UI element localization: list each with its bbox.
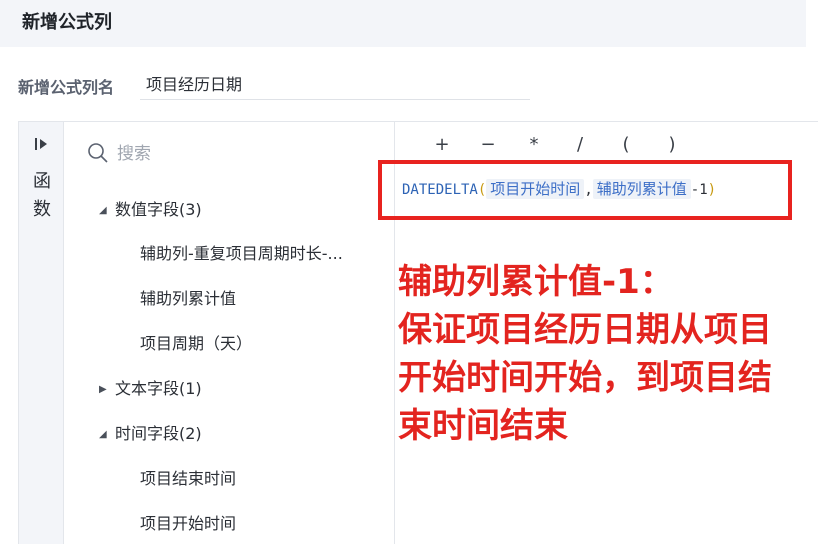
dialog-header: 新增公式列 xyxy=(0,0,806,47)
annotation-note: 辅助列累计值-1： 保证项目经历日期从项目 开始时间开始，到项目结 束时间结束 xyxy=(398,258,808,450)
formula-column-name-input[interactable] xyxy=(140,66,530,100)
formula-column-name-label: 新增公式列名 xyxy=(18,78,115,97)
close-paren-button[interactable]: ) xyxy=(662,134,682,155)
plus-operator-button[interactable]: + xyxy=(432,134,452,155)
function-tab-label[interactable]: 函数 xyxy=(31,168,53,224)
tree-group-label: 时间字段(2) xyxy=(115,424,202,443)
tree-item-field[interactable]: 辅助列累计值 xyxy=(140,287,380,311)
minus-operator-button[interactable]: − xyxy=(478,134,498,155)
open-paren-button[interactable]: ( xyxy=(616,134,636,155)
annotation-line: 保证项目经历日期从项目 xyxy=(398,310,772,350)
caret-expanded-icon: ◢ xyxy=(99,428,107,440)
dialog-title: 新增公式列 xyxy=(22,12,112,33)
tree-group-label: 数值字段(3) xyxy=(115,200,202,219)
caret-expanded-icon: ◢ xyxy=(99,204,107,216)
annotation-line: 开始时间开始，到项目结 xyxy=(398,358,772,398)
search-input[interactable] xyxy=(117,142,367,166)
tree-item-field[interactable]: 辅助列-重复项目周期时长-... xyxy=(140,242,380,266)
field-list-panel: ◢ 数值字段(3) 辅助列-重复项目周期时长-... 辅助列累计值 项目周期（天）… xyxy=(65,122,395,544)
annotation-line: 束时间结束 xyxy=(398,406,568,446)
tree-group-date[interactable]: ◢ 时间字段(2) xyxy=(99,422,202,446)
function-side-rail[interactable]: 函数 xyxy=(19,122,64,544)
tree-item-field[interactable]: 项目开始时间 xyxy=(140,512,380,536)
multiply-operator-button[interactable]: * xyxy=(524,134,544,155)
formula-highlight-box xyxy=(378,160,792,220)
tree-item-field[interactable]: 项目结束时间 xyxy=(140,467,380,491)
caret-collapsed-icon: ▶ xyxy=(99,383,107,395)
search-icon xyxy=(88,143,108,163)
tree-group-text[interactable]: ▶ 文本字段(1) xyxy=(99,377,202,401)
tree-item-field[interactable]: 项目周期（天） xyxy=(140,332,380,356)
expand-panel-icon[interactable] xyxy=(34,136,50,152)
divide-operator-button[interactable]: / xyxy=(570,134,590,155)
annotation-line: 辅助列累计值-1： xyxy=(398,262,674,302)
tree-group-numeric[interactable]: ◢ 数值字段(3) xyxy=(99,198,202,222)
tree-group-label: 文本字段(1) xyxy=(115,379,202,398)
field-search xyxy=(87,142,377,166)
